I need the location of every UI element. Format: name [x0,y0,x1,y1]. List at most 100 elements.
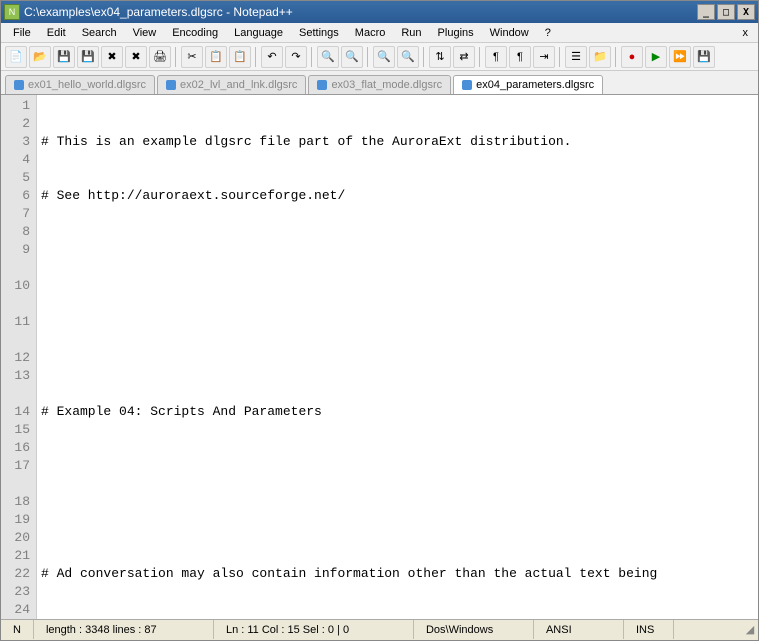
resize-grip-icon[interactable]: ◢ [742,623,758,636]
menu-run[interactable]: Run [393,25,429,41]
menu-bar: File Edit Search View Encoding Language … [1,23,758,43]
tab-ex01[interactable]: ex01_hello_world.dlgsrc [5,75,155,94]
line-number: 22 [3,565,30,583]
line-number: 1 [3,97,30,115]
separator [479,47,481,67]
code-line [41,511,754,529]
line-number [3,259,30,277]
menu-window[interactable]: Window [482,25,537,41]
line-number: 9 [3,241,30,259]
line-number: 6 [3,187,30,205]
line-number: 13 [3,367,30,385]
print-icon[interactable]: 🖨 [149,46,171,68]
record-icon[interactable]: ● [621,46,643,68]
copy-icon[interactable]: 📋 [205,46,227,68]
play-icon[interactable]: ▶ [645,46,667,68]
menu-view[interactable]: View [125,25,165,41]
line-number [3,475,30,493]
open-icon[interactable]: 📂 [29,46,51,68]
close-file-icon[interactable]: ✖ [101,46,123,68]
wrap-icon[interactable]: ¶ [485,46,507,68]
separator [615,47,617,67]
menu-macro[interactable]: Macro [347,25,394,41]
indent-icon[interactable]: ⇥ [533,46,555,68]
window-title: C:\examples\ex04_parameters.dlgsrc - Not… [24,5,695,19]
menu-help[interactable]: ? [537,25,559,41]
folder-panel-icon[interactable]: 📁 [589,46,611,68]
app-icon: N [4,4,20,20]
cut-icon[interactable]: ✂ [181,46,203,68]
line-number: 4 [3,151,30,169]
separator [255,47,257,67]
line-number: 2 [3,115,30,133]
status-position: Ln : 11 Col : 15 Sel : 0 | 0 [214,620,414,639]
code-content[interactable]: # This is an example dlgsrc file part of… [37,95,758,619]
file-icon [166,80,176,90]
tab-ex03[interactable]: ex03_flat_mode.dlgsrc [308,75,451,94]
separator [559,47,561,67]
save-all-icon[interactable]: 💾 [77,46,99,68]
menu-encoding[interactable]: Encoding [164,25,226,41]
line-number: 17 [3,457,30,475]
menu-plugins[interactable]: Plugins [430,25,482,41]
separator [311,47,313,67]
code-line: # See http://auroraext.sourceforge.net/ [41,187,754,205]
line-number: 16 [3,439,30,457]
line-number [3,385,30,403]
show-all-icon[interactable]: ¶ [509,46,531,68]
line-number: 23 [3,583,30,601]
maximize-button[interactable]: □ [717,4,735,20]
undo-icon[interactable]: ↶ [261,46,283,68]
code-line [41,457,754,475]
tab-ex04[interactable]: ex04_parameters.dlgsrc [453,75,603,94]
line-number: 8 [3,223,30,241]
new-icon[interactable]: 📄 [5,46,27,68]
tab-label: ex04_parameters.dlgsrc [476,79,594,91]
line-number: 12 [3,349,30,367]
zoom-in-icon[interactable]: 🔍 [373,46,395,68]
tab-label: ex03_flat_mode.dlgsrc [331,79,442,91]
tab-ex02[interactable]: ex02_lvl_and_lnk.dlgsrc [157,75,306,94]
save-icon[interactable]: 💾 [53,46,75,68]
replace-icon[interactable]: 🔍 [341,46,363,68]
save-macro-icon[interactable]: 💾 [693,46,715,68]
sync-h-icon[interactable]: ⇄ [453,46,475,68]
separator [367,47,369,67]
fast-forward-icon[interactable]: ⏩ [669,46,691,68]
file-icon [462,80,472,90]
menu-language[interactable]: Language [226,25,291,41]
line-number: 10 [3,277,30,295]
line-number: 21 [3,547,30,565]
line-number: 11 [3,313,30,331]
code-line: # This is an example dlgsrc file part of… [41,133,754,151]
separator [423,47,425,67]
menu-settings[interactable]: Settings [291,25,347,41]
close-all-icon[interactable]: ✖ [125,46,147,68]
code-line: # Example 04: Scripts And Parameters [41,403,754,421]
status-mode: INS [624,620,674,639]
editor-area[interactable]: 1 2 3 4 5 6 7 8 9 10 11 12 13 14 15 16 1… [1,95,758,619]
minimize-button[interactable]: _ [697,4,715,20]
line-number [3,295,30,313]
menu-file[interactable]: File [5,25,39,41]
line-number: 18 [3,493,30,511]
find-icon[interactable]: 🔍 [317,46,339,68]
paste-icon[interactable]: 📋 [229,46,251,68]
line-number [3,331,30,349]
code-line: # Ad conversation may also contain infor… [41,565,754,583]
menu-edit[interactable]: Edit [39,25,74,41]
redo-icon[interactable]: ↷ [285,46,307,68]
line-number: 14 [3,403,30,421]
file-icon [317,80,327,90]
function-list-icon[interactable]: ☰ [565,46,587,68]
code-line [41,349,754,367]
status-encoding: ANSI [534,620,624,639]
line-gutter: 1 2 3 4 5 6 7 8 9 10 11 12 13 14 15 16 1… [1,95,37,619]
menu-search[interactable]: Search [74,25,125,41]
line-number: 7 [3,205,30,223]
status-eol: Dos\Windows [414,620,534,639]
sync-v-icon[interactable]: ⇅ [429,46,451,68]
menu-x[interactable]: x [737,27,755,39]
close-button[interactable]: X [737,4,755,20]
zoom-out-icon[interactable]: 🔍 [397,46,419,68]
